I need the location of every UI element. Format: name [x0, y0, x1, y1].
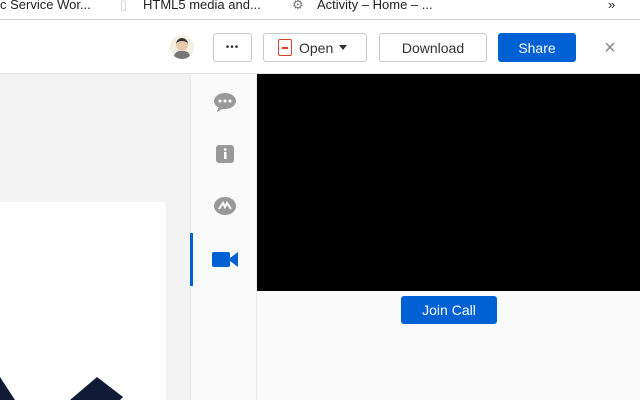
- sidebar: [190, 74, 257, 400]
- dark-shape-left: [0, 377, 15, 400]
- join-call-button[interactable]: Join Call: [401, 296, 497, 324]
- comment-icon[interactable]: [213, 92, 237, 112]
- bookmark-favicon-icon: ▯: [120, 0, 128, 12]
- download-button[interactable]: Download: [379, 33, 487, 62]
- avatar[interactable]: [170, 35, 194, 59]
- activity-icon[interactable]: [213, 196, 237, 216]
- share-button[interactable]: Share: [498, 33, 576, 62]
- preview-area: [0, 74, 190, 400]
- bookmarks-overflow-button[interactable]: »: [608, 0, 615, 12]
- document-page: [0, 202, 166, 400]
- presentation-file-icon: [278, 39, 292, 56]
- bookmark-service-worker[interactable]: c Service Wor...: [0, 0, 91, 12]
- bookmark-activity-home[interactable]: Activity – Home – ...: [317, 0, 433, 12]
- open-button[interactable]: Open: [263, 33, 367, 62]
- dark-shape-right: [70, 377, 123, 400]
- caret-down-icon: [339, 45, 348, 50]
- active-tab-indicator: [190, 233, 193, 286]
- info-icon[interactable]: [215, 144, 235, 164]
- video-icon[interactable]: [211, 249, 239, 269]
- bookmarks-bar: c Service Wor... ▯ HTML5 media and... ⚙ …: [0, 0, 640, 20]
- bookmark-gear-icon: ⚙: [292, 0, 304, 12]
- close-icon[interactable]: ×: [600, 38, 620, 58]
- page-graphic: [0, 377, 123, 400]
- bookmark-html5-media[interactable]: HTML5 media and...: [143, 0, 261, 12]
- video-call-view: [257, 74, 640, 291]
- open-label: Open: [299, 39, 334, 56]
- toolbar: ••• Open Download Share ×: [0, 21, 640, 74]
- more-options-button[interactable]: •••: [213, 33, 252, 62]
